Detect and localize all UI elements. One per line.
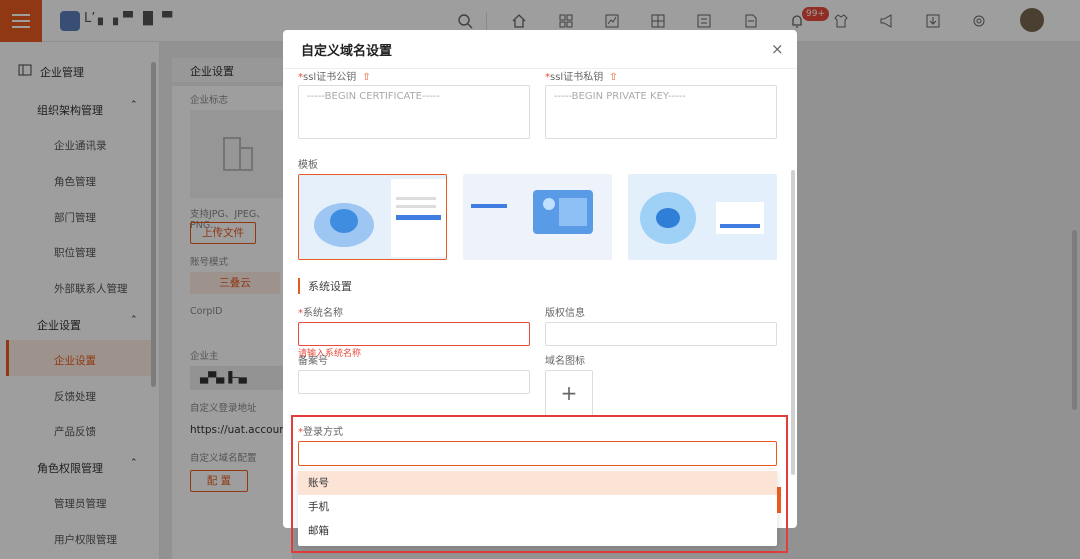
confirm-button-edge[interactable] bbox=[777, 487, 781, 513]
ssl-public-key-label: *ssl证书公钥 ⇧ bbox=[298, 72, 371, 83]
login-method-dropdown: 账号 手机 邮箱 bbox=[298, 470, 777, 546]
record-number-input[interactable] bbox=[298, 370, 530, 394]
domain-icon-label: 域名图标 bbox=[545, 356, 585, 367]
copyright-input[interactable] bbox=[545, 322, 777, 346]
ssl-private-key-label: *ssl证书私钥 ⇧ bbox=[545, 72, 618, 83]
record-number-label: 备案号 bbox=[298, 356, 328, 367]
dropdown-option-phone[interactable]: 手机 bbox=[298, 495, 777, 519]
ssl-private-key-textarea[interactable]: -----BEGIN PRIVATE KEY----- bbox=[545, 85, 777, 139]
dropdown-option-account[interactable]: 账号 bbox=[298, 471, 777, 495]
upload-icon[interactable]: ⇧ bbox=[362, 72, 370, 83]
template-label: 模板 bbox=[298, 160, 318, 171]
plus-icon: + bbox=[560, 381, 578, 405]
copyright-label: 版权信息 bbox=[545, 308, 585, 319]
system-name-input[interactable] bbox=[298, 322, 530, 346]
dialog-scrollbar[interactable] bbox=[791, 170, 795, 475]
template-option-3[interactable] bbox=[628, 174, 777, 260]
dialog-title: 自定义域名设置 bbox=[301, 44, 393, 59]
system-settings-heading: 系统设置 bbox=[298, 278, 352, 294]
close-icon[interactable]: × bbox=[771, 40, 784, 58]
ssl-public-key-textarea[interactable]: -----BEGIN CERTIFICATE----- bbox=[298, 85, 530, 139]
upload-domain-icon-button[interactable]: + bbox=[545, 370, 593, 416]
upload-icon[interactable]: ⇧ bbox=[609, 72, 617, 83]
template-option-1[interactable] bbox=[298, 174, 447, 260]
template-option-2[interactable] bbox=[463, 174, 612, 260]
system-name-label: *系统名称 bbox=[298, 308, 343, 319]
login-method-select[interactable] bbox=[298, 441, 777, 466]
dropdown-option-email[interactable]: 邮箱 bbox=[298, 519, 777, 543]
